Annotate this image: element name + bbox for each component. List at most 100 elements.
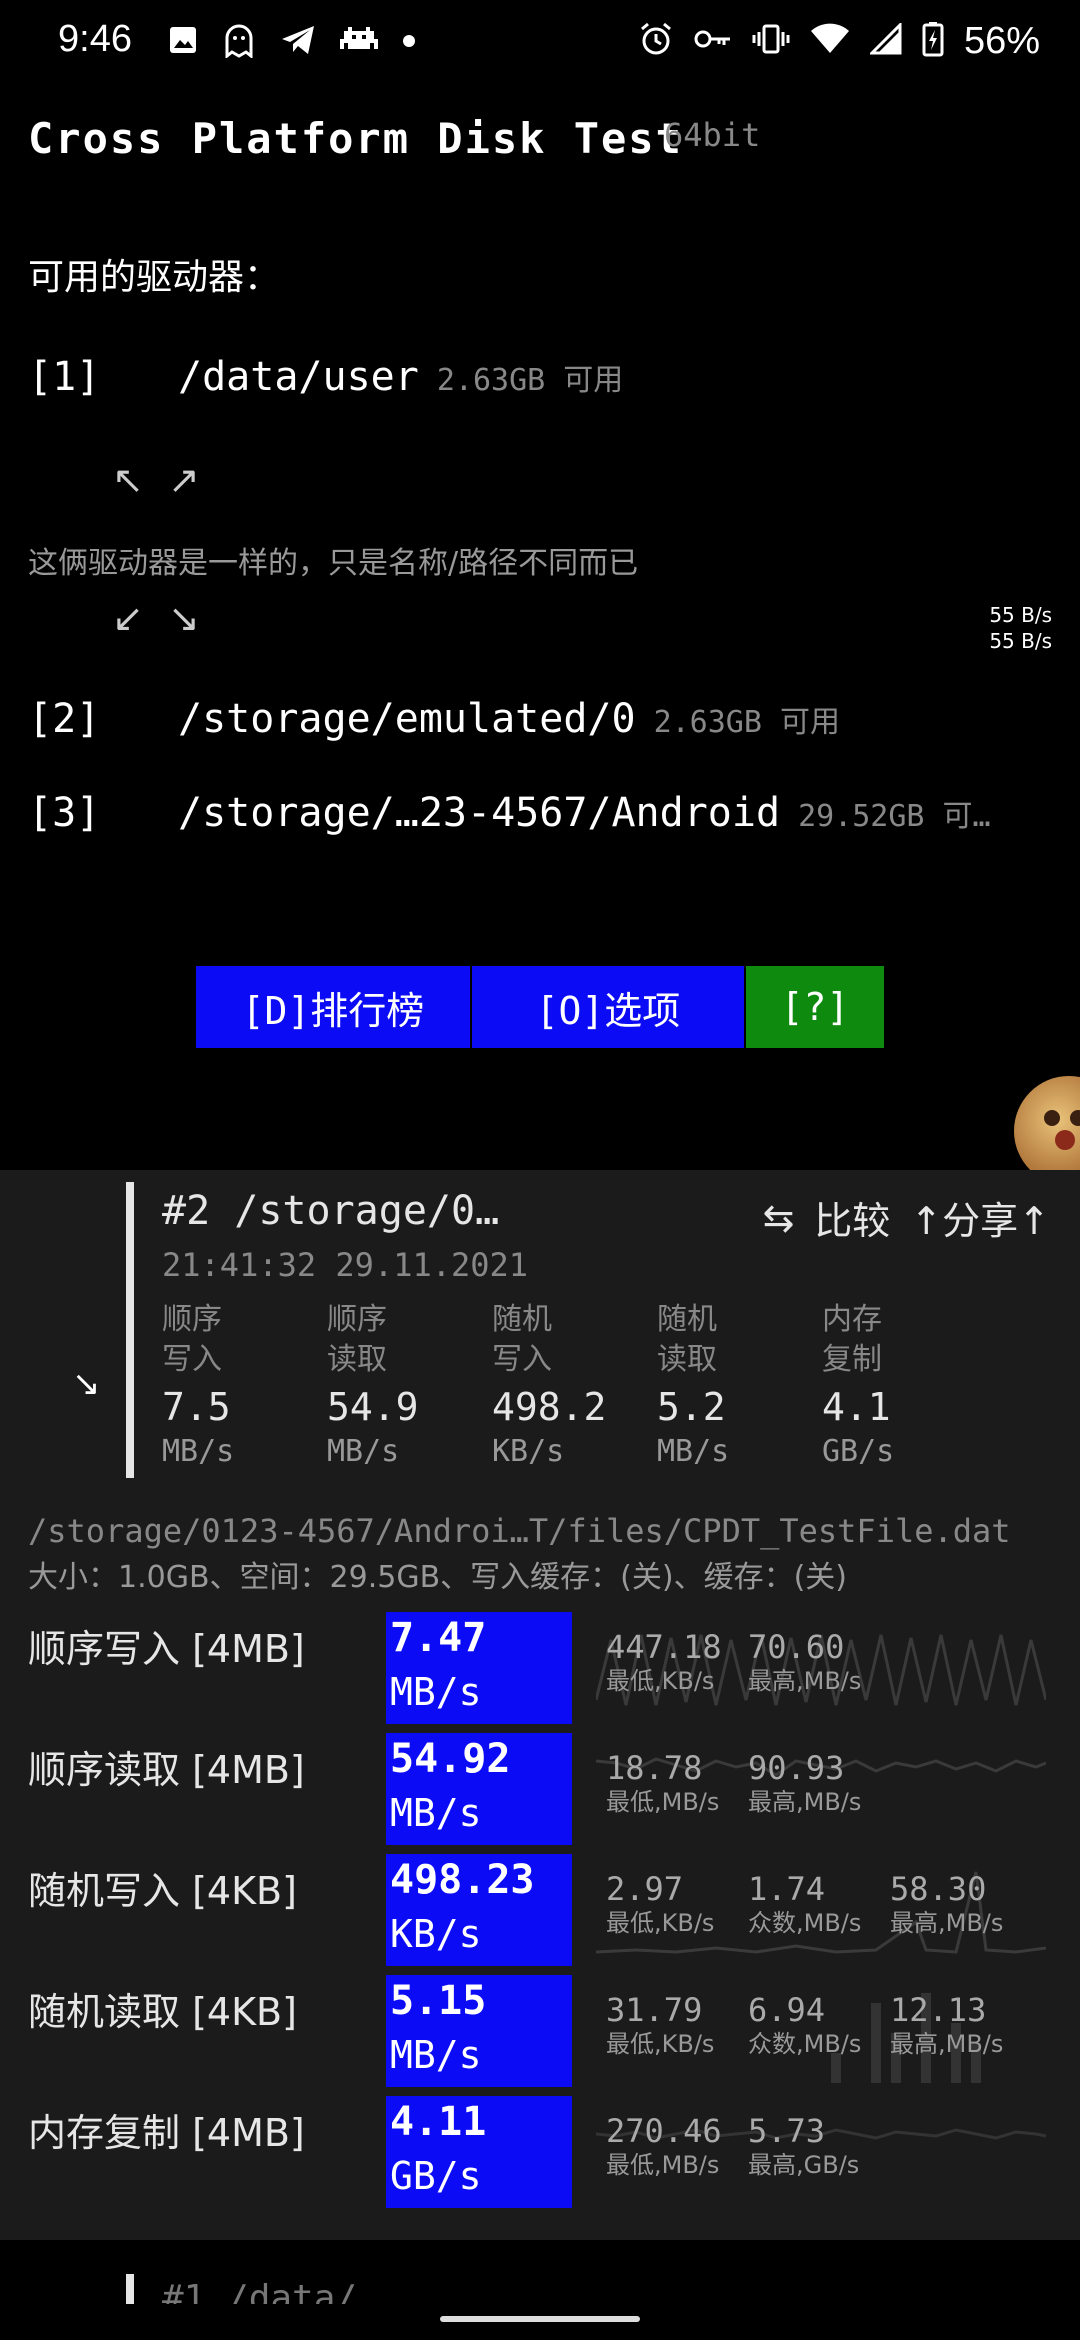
summary-unit: KB/s: [492, 1434, 565, 1469]
options-button[interactable]: [O]选项: [472, 966, 744, 1048]
stat-value: 5.73: [748, 2112, 826, 2150]
drive-free-space: 2.63GB 可用: [653, 705, 840, 740]
arrow-down-right-icon: ↘: [168, 596, 200, 640]
drive-item-1[interactable]: [1] /data/user 2.63GB 可用: [28, 354, 623, 400]
summary-value: 5.2: [657, 1385, 726, 1429]
result-label: 顺序读取 [4MB]: [28, 1748, 305, 1792]
card-actions: ⇆ 比较 ↑分享↑: [762, 1190, 1050, 1245]
stat-value: 58.30: [890, 1870, 987, 1908]
summary-label: 写入: [492, 1342, 552, 1377]
summary-label: 内存: [822, 1302, 882, 1337]
drive-free-space: 2.63GB 可用: [436, 363, 624, 398]
stat-value: 31.79: [606, 1991, 703, 2029]
result-row-seq-write: 顺序写入 [4MB] 7.47 MB/s 447.18 最低,KB/s 70.6…: [0, 1612, 1080, 1724]
stat-label: 最高,MB/s: [748, 1788, 862, 1816]
next-result-card-title[interactable]: #1 /data/...: [162, 2278, 422, 2304]
result-unit: MB/s: [390, 1670, 482, 1714]
result-value-box: 498.23 KB/s: [386, 1854, 572, 1966]
download-speed: 55 B/s: [989, 629, 1052, 653]
available-drives-heading: 可用的驱动器：: [28, 257, 281, 298]
help-button[interactable]: [?]: [746, 966, 884, 1048]
summary-value: 7.5: [162, 1385, 231, 1429]
drive-free-space: 29.52GB 可…: [798, 799, 991, 834]
test-file-path: /storage/0123-4567/Androi…T/files/CPDT_T…: [28, 1512, 1011, 1550]
summary-label: 读取: [657, 1342, 717, 1377]
summary-unit: MB/s: [162, 1434, 235, 1469]
result-value-box: 5.15 MB/s: [386, 1975, 572, 2087]
stat-mode: 6.94 众数,MB/s: [748, 1991, 861, 2059]
drive-index: [1]: [28, 354, 101, 400]
result-label: 随机读取 [4KB]: [28, 1990, 297, 2034]
result-unit: MB/s: [390, 1791, 482, 1835]
result-value-box: 54.92 MB/s: [386, 1733, 572, 1845]
drive-item-2[interactable]: [2] /storage/emulated/0 2.63GB 可用: [28, 696, 840, 742]
stat-min: 447.18 最低,KB/s: [606, 1628, 722, 1696]
stat-value: 90.93: [748, 1749, 845, 1787]
signal-icon: [868, 21, 902, 59]
test-file-info: 大小：1.0GB、空间：29.5GB、写入缓存：(关)、缓存：(关): [28, 1560, 847, 1595]
summary-label: 顺序: [162, 1302, 222, 1337]
summary-unit: MB/s: [657, 1434, 730, 1469]
telegram-icon: [280, 24, 316, 60]
vibrate-icon: [752, 23, 790, 59]
summary-value: 498.2: [492, 1385, 607, 1429]
stat-min: 2.97 最低,KB/s: [606, 1870, 714, 1938]
status-bar: 9:46 56%: [0, 0, 1080, 84]
stat-label: 众数,MB/s: [748, 1909, 862, 1937]
result-summary: 顺序 写入 7.5 MB/s 顺序 读取 54.9 MB/s 随机 写入 498…: [162, 1300, 987, 1472]
stat-value: 1.74: [748, 1870, 826, 1908]
next-card-accent-bar: [126, 2274, 134, 2304]
result-card-title[interactable]: #2 /storage/0…: [162, 1188, 499, 1234]
summary-mem-copy: 内存 复制 4.1 GB/s: [822, 1300, 987, 1472]
summary-label: 复制: [822, 1342, 882, 1377]
summary-value: 54.9: [327, 1385, 419, 1429]
expand-arrow-icon[interactable]: ↘: [72, 1364, 101, 1404]
arrow-down-left-icon: ↙: [112, 596, 144, 640]
result-value: 5.15: [390, 1978, 487, 2024]
stat-value: 2.97: [606, 1870, 684, 1908]
drive-index: [2]: [28, 696, 101, 742]
drive-item-3[interactable]: [3] /storage/…23-4567/Android 29.52GB 可…: [28, 790, 991, 836]
arrow-up-left-icon: ↖: [112, 458, 144, 502]
alarm-icon: [638, 21, 674, 61]
summary-unit: MB/s: [327, 1434, 400, 1469]
result-unit: GB/s: [390, 2154, 482, 2198]
compare-button[interactable]: 比较: [814, 1190, 890, 1245]
stat-label: 最高,MB/s: [748, 1667, 862, 1695]
same-drive-note: 这俩驱动器是一样的，只是名称/路径不同而已: [28, 546, 639, 581]
result-label: 内存复制 [4MB]: [28, 2111, 305, 2155]
result-value: 498.23: [390, 1857, 535, 1903]
image-icon: [168, 25, 198, 59]
result-date: 21:41:32 29.11.2021: [162, 1246, 529, 1284]
summary-label: 写入: [162, 1342, 222, 1377]
stat-min: 31.79 最低,KB/s: [606, 1991, 714, 2059]
summary-label: 顺序: [327, 1302, 387, 1337]
stat-label: 最高,MB/s: [890, 2030, 1004, 2058]
dot-icon: [402, 33, 416, 52]
stat-max: 5.73 最高,GB/s: [748, 2112, 859, 2180]
summary-value: 4.1: [822, 1385, 891, 1429]
summary-unit: GB/s: [822, 1434, 895, 1469]
card-accent-bar: [126, 1182, 134, 1478]
share-button[interactable]: ↑分享↑: [910, 1190, 1050, 1245]
summary-label: 随机: [657, 1302, 717, 1337]
stat-label: 众数,MB/s: [748, 2030, 862, 2058]
stat-label: 最低,KB/s: [606, 1909, 715, 1937]
result-value-box: 4.11 GB/s: [386, 2096, 572, 2208]
result-unit: KB/s: [390, 1912, 482, 1956]
home-indicator[interactable]: [440, 2316, 640, 2322]
swap-icon[interactable]: ⇆: [762, 1196, 794, 1240]
summary-label: 随机: [492, 1302, 552, 1337]
status-time: 9:46: [58, 18, 132, 60]
stat-value: 18.78: [606, 1749, 703, 1787]
stat-label: 最低,KB/s: [606, 2030, 715, 2058]
result-value: 7.47: [390, 1615, 487, 1661]
result-unit: MB/s: [390, 2033, 482, 2077]
result-value-box: 7.47 MB/s: [386, 1612, 572, 1724]
app-bits-label: 64bit: [664, 116, 761, 154]
stat-max: 70.60 最高,MB/s: [748, 1628, 861, 1696]
summary-rand-write: 随机 写入 498.2 KB/s: [492, 1300, 657, 1472]
drive-index: [3]: [28, 790, 101, 836]
system-icons: 56%: [638, 18, 1040, 64]
ranking-button[interactable]: [D]排行榜: [196, 966, 470, 1048]
